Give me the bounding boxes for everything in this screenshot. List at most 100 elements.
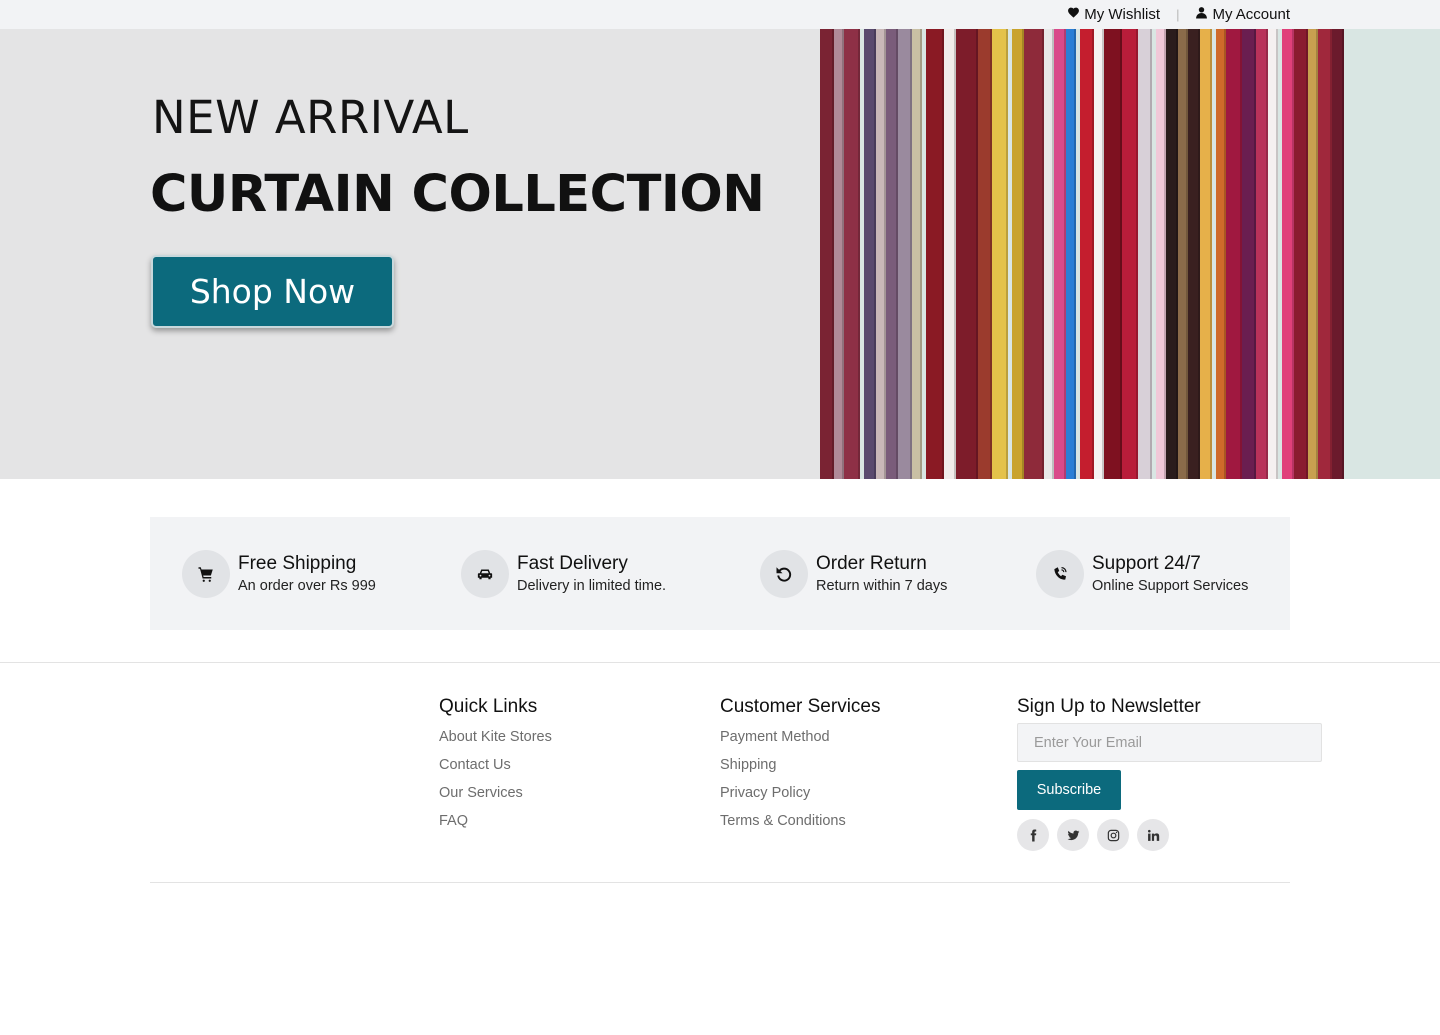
newsletter-email-input[interactable] (1017, 723, 1322, 762)
footer-link-privacy[interactable]: Privacy Policy (720, 784, 881, 812)
curtain-fold-shadow (1052, 29, 1054, 479)
feature-desc: An order over Rs 999 (238, 578, 376, 594)
top-bar: My Wishlist | My Account (0, 0, 1440, 29)
feature-order-return: Order Return Return within 7 days (760, 517, 947, 630)
curtain-fold-shadow (1064, 29, 1066, 479)
hero-title: CURTAIN COLLECTION (150, 165, 765, 224)
footer-link-services[interactable]: Our Services (439, 784, 552, 812)
curtain-fold (1080, 29, 1094, 479)
hero-kicker: NEW ARRIVAL (152, 91, 469, 144)
feature-free-shipping: Free Shipping An order over Rs 999 (182, 517, 376, 630)
footer-link-terms[interactable]: Terms & Conditions (720, 812, 881, 840)
feature-title: Fast Delivery (517, 553, 628, 574)
curtain-fold (1024, 29, 1044, 479)
curtain-fold-shadow (896, 29, 898, 479)
curtain-fold-shadow (1292, 29, 1294, 479)
bottom-divider (150, 882, 1290, 883)
curtain-fold (1138, 29, 1152, 479)
topbar-separator: | (1176, 7, 1180, 22)
curtain-fold-shadow (1210, 29, 1212, 479)
curtain-fold-shadow (1224, 29, 1226, 479)
customer-services-column: Customer Services Payment Method Shippin… (720, 696, 881, 840)
curtain-fold (1242, 29, 1256, 479)
curtain-fold (844, 29, 860, 479)
curtain-fold (1104, 29, 1122, 479)
linkedin-icon[interactable] (1137, 819, 1169, 851)
account-label: My Account (1212, 6, 1290, 23)
curtain-fold-shadow (1092, 29, 1094, 479)
curtain-fold-shadow (1316, 29, 1318, 479)
curtain-fold-shadow (1342, 29, 1344, 479)
twitter-icon[interactable] (1057, 819, 1089, 851)
quick-links-column: Quick Links About Kite Stores Contact Us… (439, 696, 552, 840)
curtain-fold-shadow (1254, 29, 1256, 479)
social-links (1017, 819, 1322, 851)
feature-fast-delivery: Fast Delivery Delivery in limited time. (461, 517, 666, 630)
shop-now-button[interactable]: Shop Now (151, 255, 394, 328)
curtain-fold-shadow (1176, 29, 1178, 479)
footer-link-shipping[interactable]: Shipping (720, 756, 881, 784)
curtain-fold-shadow (990, 29, 992, 479)
curtain-fold-shadow (1266, 29, 1268, 479)
feature-desc: Online Support Services (1092, 578, 1249, 594)
curtain-fold (1294, 29, 1308, 479)
curtain-fold-shadow (1306, 29, 1308, 479)
footer-link-contact[interactable]: Contact Us (439, 756, 552, 784)
newsletter-title: Sign Up to Newsletter (1017, 696, 1201, 717)
quick-links-title: Quick Links (439, 696, 538, 717)
feature-title: Support 24/7 (1092, 553, 1201, 574)
curtain-fold-shadow (1276, 29, 1278, 479)
curtain-fold-shadow (942, 29, 944, 479)
curtain-fold (1318, 29, 1332, 479)
phone-icon (1036, 549, 1084, 598)
curtain-fold-shadow (1240, 29, 1242, 479)
curtains-illustration (820, 29, 1440, 479)
curtain-fold-shadow (1102, 29, 1104, 479)
newsletter-column: Sign Up to Newsletter Subscribe (1017, 696, 1322, 851)
customer-services-title: Customer Services (720, 696, 881, 717)
wishlist-label: My Wishlist (1084, 6, 1161, 23)
account-link[interactable]: My Account (1195, 6, 1290, 23)
feature-desc: Return within 7 days (816, 578, 948, 594)
instagram-icon[interactable] (1097, 819, 1129, 851)
user-icon (1195, 6, 1208, 23)
curtain-fold-shadow (1164, 29, 1166, 479)
curtain-fold-shadow (884, 29, 886, 479)
curtain-fold (992, 29, 1008, 479)
curtains-photo (820, 29, 1440, 479)
hero-banner: NEW ARRIVAL CURTAIN COLLECTION Shop Now (0, 29, 1440, 479)
feature-desc: Delivery in limited time. (517, 578, 667, 594)
curtain-fold-shadow (1120, 29, 1122, 479)
curtain-fold-shadow (1186, 29, 1188, 479)
curtain-fold-shadow (954, 29, 956, 479)
curtain-fold-shadow (1136, 29, 1138, 479)
hero-text-area: NEW ARRIVAL CURTAIN COLLECTION Shop Now (0, 29, 820, 479)
curtain-fold (956, 29, 978, 479)
top-bar-links: My Wishlist | My Account (1067, 0, 1290, 29)
curtain-fold-shadow (1022, 29, 1024, 479)
footer-link-faq[interactable]: FAQ (439, 812, 552, 840)
curtain-fold-shadow (1150, 29, 1152, 479)
feature-support: Support 24/7 Online Support Services (1036, 517, 1248, 630)
footer-divider (0, 662, 1440, 663)
curtain-fold (820, 29, 834, 479)
heart-icon (1067, 6, 1080, 23)
feature-title: Order Return (816, 553, 927, 574)
curtain-fold (898, 29, 912, 479)
car-icon (461, 549, 509, 598)
curtain-fold-shadow (1006, 29, 1008, 479)
feature-title: Free Shipping (238, 553, 357, 574)
curtain-fold (978, 29, 992, 479)
curtain-fold-shadow (910, 29, 912, 479)
wishlist-link[interactable]: My Wishlist (1067, 6, 1160, 23)
subscribe-button[interactable]: Subscribe (1017, 770, 1121, 810)
facebook-icon[interactable] (1017, 819, 1049, 851)
curtain-fold-shadow (858, 29, 860, 479)
curtain-fold-shadow (1198, 29, 1200, 479)
curtain-fold-shadow (1330, 29, 1332, 479)
curtain-fold-shadow (1074, 29, 1076, 479)
footer-link-payment[interactable]: Payment Method (720, 728, 881, 756)
curtain-fold-shadow (920, 29, 922, 479)
curtain-fold-shadow (842, 29, 844, 479)
footer-link-about[interactable]: About Kite Stores (439, 728, 552, 756)
